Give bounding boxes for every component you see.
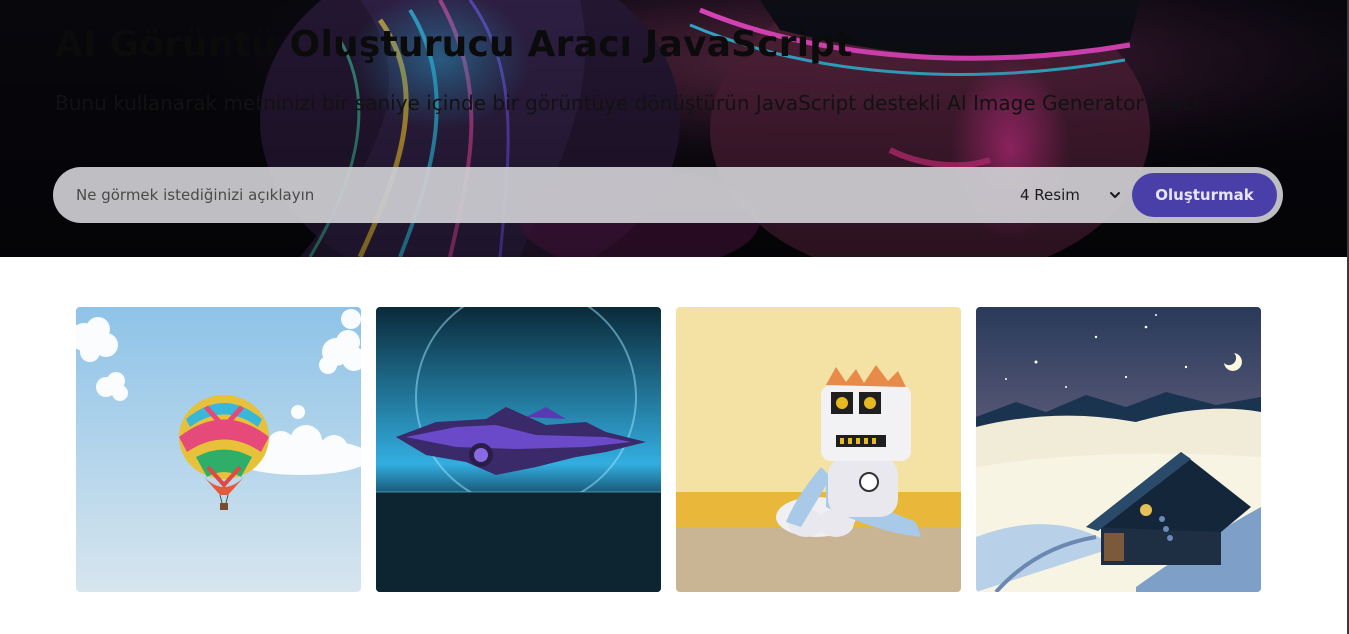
image-count-select[interactable]: 4 Resim — [1010, 167, 1132, 223]
gallery-image-snowy-cabin-night[interactable] — [976, 307, 1261, 592]
page-subtitle: Bunu kullanarak metninizi bir saniye içi… — [55, 91, 1200, 115]
spaceship-image — [376, 307, 661, 592]
hot-air-balloon-image — [76, 307, 361, 592]
prompt-input[interactable] — [53, 167, 1010, 223]
snowy-cabin-image — [976, 307, 1261, 592]
gallery-image-hot-air-balloon[interactable] — [76, 307, 361, 592]
gallery-image-plush-robot[interactable] — [676, 307, 961, 592]
gallery-image-purple-spaceship[interactable] — [376, 307, 661, 592]
image-gallery — [76, 307, 1261, 592]
generate-form: 4 Resim Oluşturmak — [53, 167, 1283, 223]
hero-section: AI Görüntü Oluşturucu Aracı JavaScript B… — [0, 0, 1347, 257]
chevron-down-icon — [1110, 192, 1120, 198]
generate-button[interactable]: Oluşturmak — [1132, 173, 1277, 217]
page-title: AI Görüntü Oluşturucu Aracı JavaScript — [55, 24, 853, 65]
image-count-value: 4 Resim — [1020, 186, 1080, 204]
plush-robot-image — [676, 307, 961, 592]
